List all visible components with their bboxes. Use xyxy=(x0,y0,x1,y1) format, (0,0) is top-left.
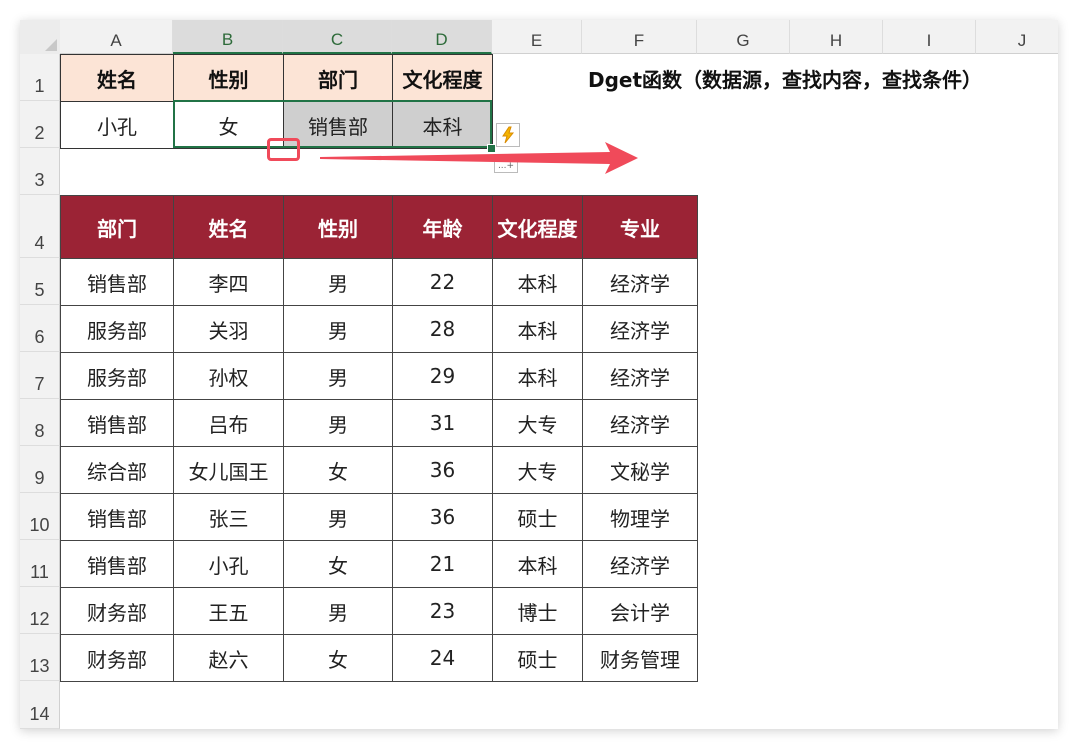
table-cell[interactable]: 本科 xyxy=(492,258,583,306)
table-cell[interactable]: 女 xyxy=(283,446,393,494)
row-header-1[interactable]: 1 xyxy=(20,54,60,101)
table-cell[interactable]: 男 xyxy=(283,258,393,306)
table-cell[interactable]: 男 xyxy=(283,493,393,541)
column-header-b[interactable]: B xyxy=(173,20,283,54)
table-cell[interactable]: 经济学 xyxy=(582,258,698,306)
table-cell[interactable]: 大专 xyxy=(492,399,583,447)
column-header-f[interactable]: F xyxy=(582,20,697,54)
table-header-gender[interactable]: 性别 xyxy=(283,195,393,259)
row-header-4[interactable]: 4 xyxy=(20,195,60,258)
red-arrow-icon xyxy=(320,142,638,174)
select-all-corner[interactable] xyxy=(20,20,61,55)
table-header-age[interactable]: 年龄 xyxy=(392,195,493,259)
row-header-2[interactable]: 2 xyxy=(20,101,60,148)
table-cell[interactable]: 硕士 xyxy=(492,634,583,682)
row-header-3[interactable]: 3 xyxy=(20,148,60,195)
table-cell[interactable]: 本科 xyxy=(492,352,583,400)
table-cell[interactable]: 吕布 xyxy=(173,399,284,447)
table-cell[interactable]: 31 xyxy=(392,399,493,447)
table-cell[interactable]: 36 xyxy=(392,446,493,494)
criteria-header-department[interactable]: 部门 xyxy=(283,54,393,102)
table-cell[interactable]: 服务部 xyxy=(60,305,174,353)
table-cell[interactable]: 21 xyxy=(392,540,493,588)
row-header-11[interactable]: 11 xyxy=(20,540,60,587)
criteria-header-gender[interactable]: 性别 xyxy=(173,54,284,102)
column-header-d[interactable]: D xyxy=(392,20,492,54)
table-cell[interactable]: 经济学 xyxy=(582,305,698,353)
column-header-g[interactable]: G xyxy=(697,20,790,54)
table-cell[interactable]: 会计学 xyxy=(582,587,698,635)
table-cell[interactable]: 孙权 xyxy=(173,352,284,400)
row-header-6[interactable]: 6 xyxy=(20,305,60,352)
table-cell[interactable]: 销售部 xyxy=(60,399,174,447)
table-cell[interactable]: 销售部 xyxy=(60,258,174,306)
table-cell[interactable]: 24 xyxy=(392,634,493,682)
spreadsheet: A B C D E F G H I J 1 2 3 4 5 6 7 8 9 10… xyxy=(20,20,1058,729)
table-cell[interactable]: 22 xyxy=(392,258,493,306)
table-cell[interactable]: 服务部 xyxy=(60,352,174,400)
table-cell[interactable]: 李四 xyxy=(173,258,284,306)
table-header-major[interactable]: 专业 xyxy=(582,195,698,259)
column-header-a[interactable]: A xyxy=(60,20,173,54)
table-cell[interactable]: 综合部 xyxy=(60,446,174,494)
column-header-e[interactable]: E xyxy=(492,20,582,54)
criteria-header-education[interactable]: 文化程度 xyxy=(392,54,493,102)
row-header-12[interactable]: 12 xyxy=(20,587,60,634)
table-header-name[interactable]: 姓名 xyxy=(173,195,284,259)
table-cell[interactable]: 王五 xyxy=(173,587,284,635)
column-header-c[interactable]: C xyxy=(283,20,392,54)
row-header-7[interactable]: 7 xyxy=(20,352,60,399)
table-cell[interactable]: 36 xyxy=(392,493,493,541)
table-cell[interactable]: 男 xyxy=(283,587,393,635)
row-header-14[interactable]: 14 xyxy=(20,681,60,729)
table-cell[interactable]: 本科 xyxy=(492,305,583,353)
table-cell[interactable]: 销售部 xyxy=(60,540,174,588)
table-cell[interactable]: 财务部 xyxy=(60,587,174,635)
table-cell[interactable]: 女儿国王 xyxy=(173,446,284,494)
table-cell[interactable]: 销售部 xyxy=(60,493,174,541)
column-header-h[interactable]: H xyxy=(790,20,883,54)
table-cell[interactable]: 28 xyxy=(392,305,493,353)
table-cell[interactable]: 男 xyxy=(283,305,393,353)
table-cell[interactable]: 男 xyxy=(283,399,393,447)
highlight-box xyxy=(267,138,300,161)
row-header-8[interactable]: 8 xyxy=(20,399,60,446)
table-header-education[interactable]: 文化程度 xyxy=(492,195,583,259)
table-cell[interactable]: 女 xyxy=(283,634,393,682)
table-cell[interactable]: 赵六 xyxy=(173,634,284,682)
row-header-5[interactable]: 5 xyxy=(20,258,60,305)
table-cell[interactable]: 经济学 xyxy=(582,352,698,400)
table-cell[interactable]: 张三 xyxy=(173,493,284,541)
formula-title: Dget函数（数据源，查找内容，查找条件） xyxy=(588,68,983,92)
table-cell[interactable]: 男 xyxy=(283,352,393,400)
table-cell[interactable]: 大专 xyxy=(492,446,583,494)
criteria-header-name[interactable]: 姓名 xyxy=(60,54,174,102)
row-header-9[interactable]: 9 xyxy=(20,446,60,493)
table-cell[interactable]: 本科 xyxy=(492,540,583,588)
table-cell[interactable]: 29 xyxy=(392,352,493,400)
column-header-j[interactable]: J xyxy=(976,20,1058,54)
table-cell[interactable]: 经济学 xyxy=(582,399,698,447)
table-cell[interactable]: 文秘学 xyxy=(582,446,698,494)
table-cell[interactable]: 23 xyxy=(392,587,493,635)
table-cell[interactable]: 经济学 xyxy=(582,540,698,588)
table-cell[interactable]: 女 xyxy=(283,540,393,588)
table-header-department[interactable]: 部门 xyxy=(60,195,174,259)
table-cell[interactable]: 博士 xyxy=(492,587,583,635)
table-cell[interactable]: 硕士 xyxy=(492,493,583,541)
row-header-13[interactable]: 13 xyxy=(20,634,60,681)
column-header-i[interactable]: I xyxy=(883,20,976,54)
criteria-value-name[interactable]: 小孔 xyxy=(60,101,174,149)
table-cell[interactable]: 小孔 xyxy=(173,540,284,588)
row-header-10[interactable]: 10 xyxy=(20,493,60,540)
table-cell[interactable]: 财务部 xyxy=(60,634,174,682)
table-cell[interactable]: 关羽 xyxy=(173,305,284,353)
table-cell[interactable]: 物理学 xyxy=(582,493,698,541)
table-cell[interactable]: 财务管理 xyxy=(582,634,698,682)
